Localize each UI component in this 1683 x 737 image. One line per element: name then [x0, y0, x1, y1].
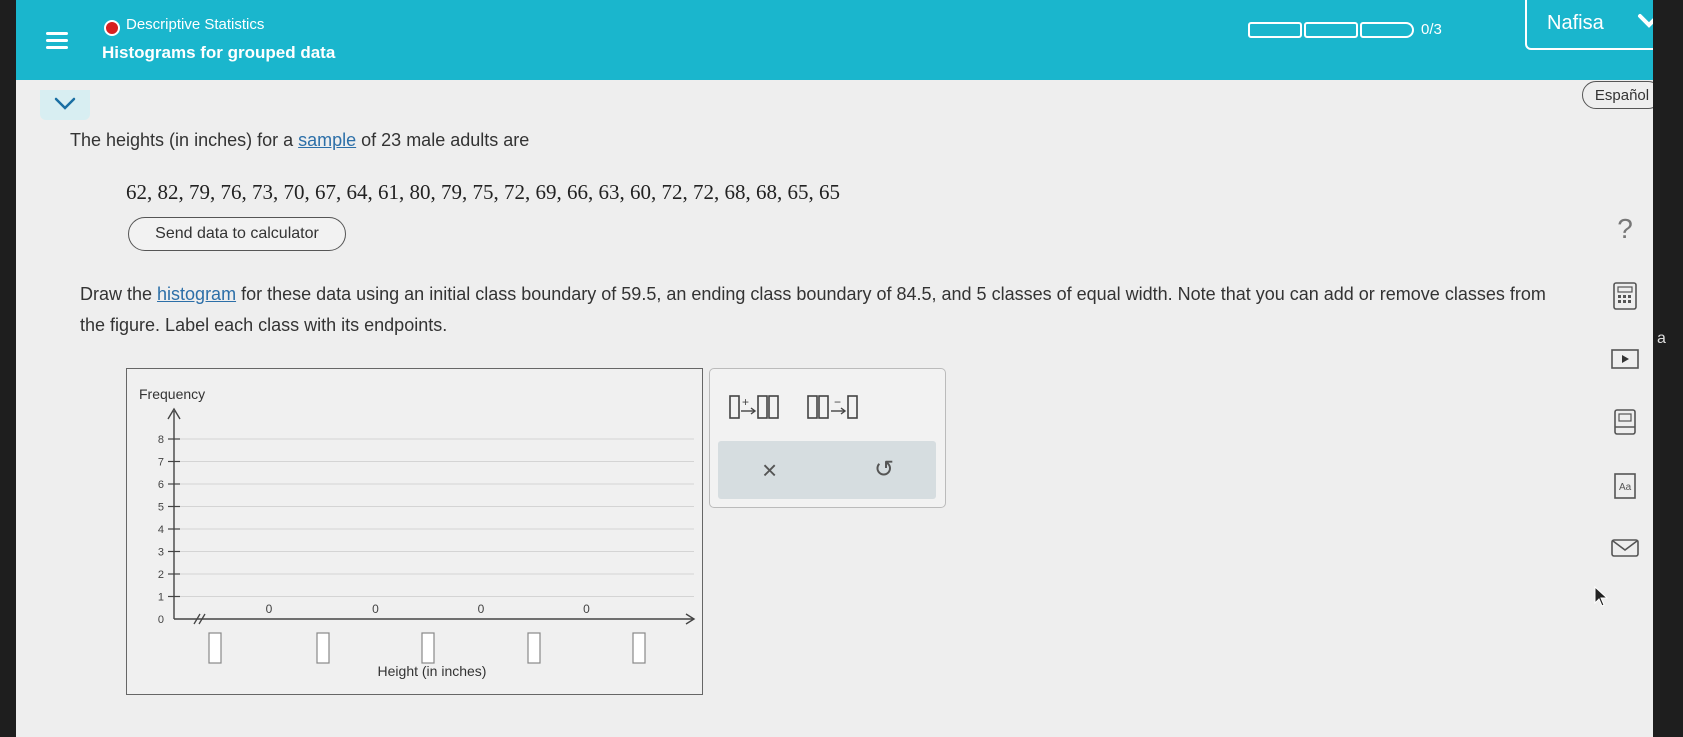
svg-text:−: −: [834, 395, 842, 409]
offscreen-text: a: [1657, 330, 1666, 347]
user-menu[interactable]: Nafisa: [1525, 0, 1653, 50]
svg-text:Aa: Aa: [1619, 482, 1632, 493]
bar-value-label: 0: [266, 602, 273, 616]
send-to-calculator-button[interactable]: Send data to calculator: [128, 217, 346, 251]
y-tick-label: 1: [158, 592, 164, 604]
intro-text: The heights (in inches) for a: [70, 130, 299, 150]
y-tick-label: 8: [158, 434, 164, 446]
remove-class-button[interactable]: −: [806, 391, 866, 429]
y-tick-label: 5: [158, 502, 164, 514]
top-bar: Descriptive Statistics Histograms for gr…: [16, 0, 1653, 80]
calculator-icon[interactable]: [1609, 280, 1641, 312]
data-values: 62, 82, 79, 76, 73, 70, 67, 64, 61, 80, …: [126, 180, 840, 204]
add-class-icon: +: [729, 395, 779, 419]
histogram-link[interactable]: histogram: [157, 284, 236, 304]
undo-button[interactable]: ↺: [874, 455, 894, 484]
y-tick-label: 7: [158, 457, 164, 469]
menu-button[interactable]: [34, 18, 80, 64]
y-tick-label: 2: [158, 569, 164, 581]
class-endpoint-input: [421, 632, 435, 664]
intro-text: of 23 male adults are: [356, 130, 530, 150]
message-icon[interactable]: [1609, 532, 1641, 564]
class-endpoint-input: [632, 632, 646, 664]
bar-value-label: 0: [478, 602, 485, 616]
menu-icon-line: [46, 46, 68, 49]
textbook-icon[interactable]: [1609, 406, 1641, 438]
class-endpoint-input: [316, 632, 330, 664]
class-endpoint-input: [527, 632, 541, 664]
question-intro: The heights (in inches) for a sample of …: [70, 130, 529, 151]
language-button[interactable]: Español: [1582, 81, 1653, 109]
y-tick-label: 3: [158, 547, 164, 559]
progress-count: 0/3: [1421, 21, 1442, 38]
chevron-down-icon: [54, 97, 76, 110]
screen-bezel-left: [0, 0, 16, 737]
progress-segment: [1248, 22, 1302, 38]
tool-actions-bar: × ↺: [718, 441, 936, 499]
help-icon[interactable]: ?: [1609, 213, 1641, 245]
question-instructions: Draw the histogram for these data using …: [80, 279, 1560, 341]
lesson-title: Histograms for grouped data: [102, 43, 336, 62]
class-endpoint-input: [208, 632, 222, 664]
progress-bar: [1248, 22, 1428, 38]
instruction-text: Draw the: [80, 284, 158, 304]
x-axis-label: Height (in inches): [378, 663, 487, 679]
bar-value-label: 0: [583, 602, 590, 616]
topic-status-dot: [104, 20, 120, 36]
video-icon[interactable]: [1609, 343, 1641, 375]
topic-title: Descriptive Statistics: [126, 16, 265, 33]
progress-segment: [1304, 22, 1358, 38]
screen-bezel-right: a: [1653, 0, 1683, 737]
y-tick-label: 4: [158, 524, 164, 536]
app-window: Descriptive Statistics Histograms for gr…: [16, 0, 1653, 737]
histogram-graph[interactable]: Frequency 0 1 2 3 4 5 6 7 8 0 0 0 0 Height (in inches): [126, 368, 703, 695]
add-class-button[interactable]: +: [728, 391, 788, 429]
glossary-icon[interactable]: Aa: [1609, 470, 1641, 502]
svg-text:+: +: [742, 395, 750, 409]
histogram-svg: Frequency 0 1 2 3 4 5 6 7 8 0 0 0 0 Height (in inches): [139, 386, 696, 679]
progress-segment: [1360, 22, 1414, 38]
menu-icon-line: [46, 39, 68, 42]
menu-icon-line: [46, 32, 68, 35]
instruction-text: for these data using an initial class bo…: [80, 284, 1546, 335]
remove-class-icon: −: [807, 395, 858, 419]
bar-value-label: 0: [372, 602, 379, 616]
chevron-down-icon: [1637, 10, 1653, 36]
sample-link[interactable]: sample: [298, 130, 356, 150]
clear-button[interactable]: ×: [762, 455, 777, 486]
user-name: Nafisa: [1547, 12, 1604, 34]
graph-tool-panel: + − × ↺: [709, 368, 946, 508]
y-axis-label: Frequency: [139, 386, 205, 402]
collapse-toggle[interactable]: [40, 90, 90, 120]
mouse-cursor-icon: [1594, 585, 1610, 613]
y-tick-label: 6: [158, 479, 164, 491]
y-tick-label: 0: [158, 614, 164, 626]
